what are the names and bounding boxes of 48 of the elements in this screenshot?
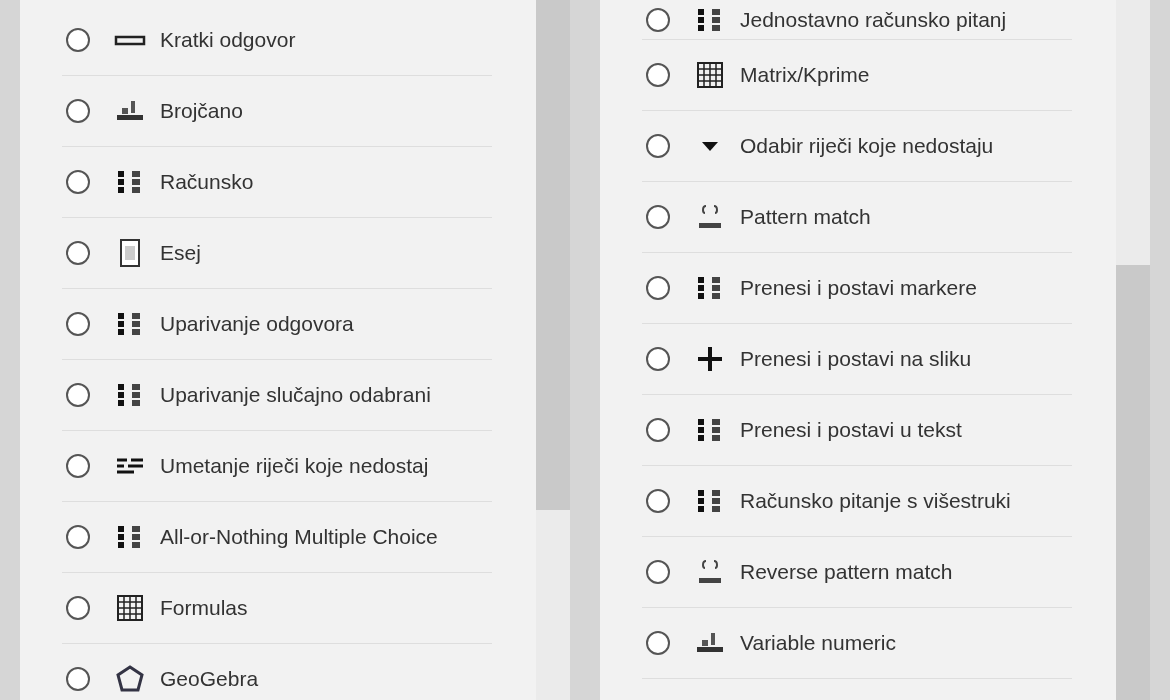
question-type-label[interactable]: Prenesi i postavi u tekst (740, 418, 962, 442)
radio-button[interactable] (646, 560, 670, 584)
scrollbar-thumb[interactable] (536, 0, 570, 510)
radio-button[interactable] (646, 347, 670, 371)
radio-button[interactable] (66, 454, 90, 478)
question-type-label[interactable]: Esej (160, 241, 201, 265)
radio-button[interactable] (66, 99, 90, 123)
radio-button[interactable] (66, 596, 90, 620)
polygon-icon (114, 663, 146, 695)
question-type-label[interactable]: Prenesi i postavi na sliku (740, 347, 972, 371)
scrollbar-thumb[interactable] (1116, 265, 1150, 700)
radio-button[interactable] (646, 205, 670, 229)
radio-button[interactable] (66, 170, 90, 194)
radio-button[interactable] (646, 63, 670, 87)
question-type-label[interactable]: All-or-Nothing Multiple Choice (160, 525, 438, 549)
question-type-label[interactable]: Formulas (160, 596, 248, 620)
question-type-label[interactable]: Umetanje riječi koje nedostaj (160, 454, 429, 478)
question-type-label[interactable]: Odabir riječi koje nedostaju (740, 134, 994, 158)
radio-button[interactable] (646, 489, 670, 513)
question-type-label[interactable]: Reverse pattern match (740, 560, 953, 584)
question-type-label[interactable]: GeoGebra (160, 667, 259, 691)
question-type-label[interactable]: Uparivanje odgovora (160, 312, 354, 336)
question-type-label[interactable]: Brojčano (160, 99, 243, 123)
radio-button[interactable] (66, 28, 90, 52)
radio-button[interactable] (66, 525, 90, 549)
radio-button[interactable] (646, 276, 670, 300)
radio-button[interactable] (646, 631, 670, 655)
grid-icon (114, 592, 146, 624)
question-type-label[interactable]: Variable numeric (740, 631, 896, 655)
radio-button[interactable] (646, 418, 670, 442)
question-type-label[interactable]: Jednostavno računsko pitanj (740, 7, 1007, 32)
question-type-label[interactable]: Računsko pitanje s višestruki (740, 489, 1011, 513)
caret-icon (702, 141, 718, 151)
scrollbar[interactable] (1116, 0, 1150, 700)
radio-button[interactable] (66, 667, 90, 691)
question-type-label[interactable]: Kratki odgovor (160, 28, 296, 52)
question-type-label[interactable]: Pattern match (740, 205, 871, 229)
question-type-label[interactable]: Prenesi i postavi markere (740, 276, 977, 300)
radio-button[interactable] (646, 7, 670, 32)
radio-button[interactable] (66, 312, 90, 336)
scrollbar[interactable] (536, 0, 570, 700)
question-type-label[interactable]: Računsko (160, 170, 254, 194)
question-type-label[interactable]: Matrix/Kprime (740, 63, 870, 87)
radio-button[interactable] (66, 383, 90, 407)
grid-icon (694, 59, 726, 91)
question-type-label[interactable]: Uparivanje slučajno odabrani (160, 383, 431, 407)
radio-button[interactable] (66, 241, 90, 265)
radio-button[interactable] (646, 134, 670, 158)
